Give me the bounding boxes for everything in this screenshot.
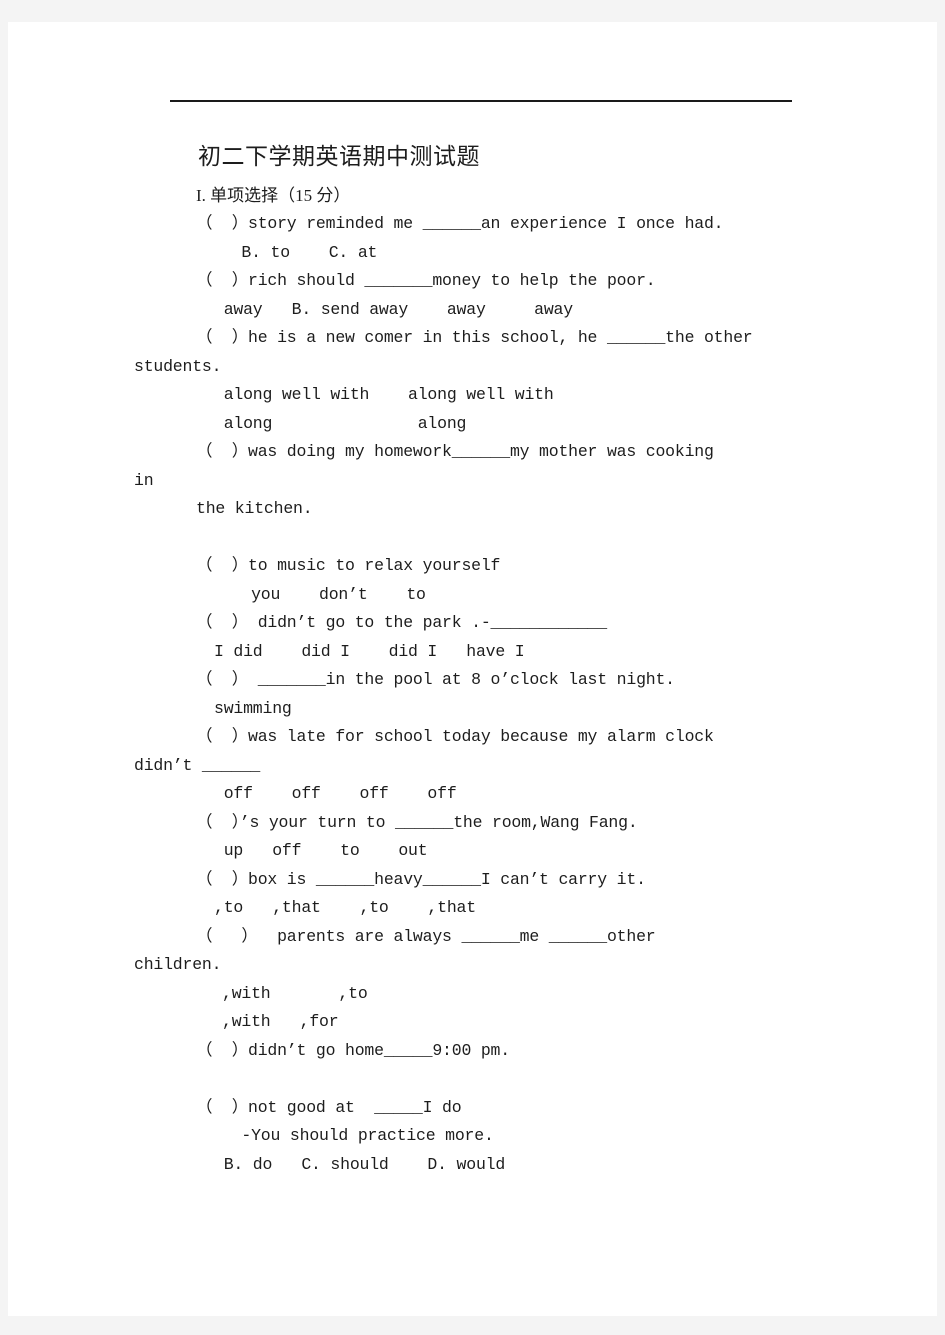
question-line: （ ）rich should _______money to help the … bbox=[196, 271, 656, 290]
option-line: away B. send away away away bbox=[214, 299, 573, 319]
question-line: （ ） _______in the pool at 8 o’clock last… bbox=[196, 670, 675, 689]
question-line: （ ）he is a new comer in this school, he … bbox=[196, 328, 753, 347]
question-line: （ ） parents are always ______me ______ot… bbox=[196, 926, 656, 946]
continuation-line: didn’t ______ bbox=[134, 755, 261, 775]
question-line: （ ）box is ______heavy______I can’t carry… bbox=[196, 869, 646, 889]
option-line: I did did I did I have I bbox=[214, 641, 525, 661]
option-line: -You should practice more. bbox=[222, 1126, 494, 1145]
continuation-line: students. bbox=[134, 356, 222, 376]
option-line: B. do C. should D. would bbox=[214, 1154, 506, 1174]
option-line: you don’t to bbox=[222, 584, 426, 604]
option-line: swimming bbox=[214, 698, 292, 718]
option-line: ,with ,to bbox=[222, 983, 368, 1003]
section-heading: I. 单项选择（15 分） bbox=[196, 186, 351, 205]
question-line: （ ）was late for school today because my … bbox=[196, 727, 714, 746]
document-page: 初二下学期英语期中测试题 I. 单项选择（15 分） （ ）story remi… bbox=[8, 22, 937, 1316]
continuation-line: children. bbox=[134, 955, 222, 974]
document-body: 初二下学期英语期中测试题 I. 单项选择（15 分） （ ）story remi… bbox=[134, 140, 810, 1179]
continuation-line: in bbox=[134, 470, 154, 490]
question-line: （ ）not good at _____I do bbox=[196, 1097, 462, 1117]
question-line: （ ）’s your turn to ______the room,Wang F… bbox=[196, 812, 638, 832]
option-line: ,with ,for bbox=[222, 1012, 339, 1031]
continuation-line: the kitchen. bbox=[196, 499, 313, 518]
question-line: （ ）story reminded me ______an experience… bbox=[196, 214, 724, 233]
option-line: ,to ,that ,to ,that bbox=[214, 898, 476, 917]
header-divider-rule bbox=[170, 100, 792, 102]
option-line: along well with along well with bbox=[214, 385, 554, 404]
option-line: along along bbox=[214, 413, 467, 433]
option-line: B. to C. at bbox=[222, 242, 378, 262]
option-line: up off to out bbox=[214, 841, 428, 860]
question-line: （ ）to music to relax yourself bbox=[196, 556, 501, 575]
page-title: 初二下学期英语期中测试题 bbox=[198, 144, 480, 169]
option-line: off off off off bbox=[214, 784, 457, 803]
question-line: （ ）was doing my homework______my mother … bbox=[196, 442, 714, 461]
question-line: （ ）didn’t go home_____9:00 pm. bbox=[196, 1040, 510, 1060]
question-line: （ ） didn’t go to the park .-____________ bbox=[196, 613, 607, 632]
